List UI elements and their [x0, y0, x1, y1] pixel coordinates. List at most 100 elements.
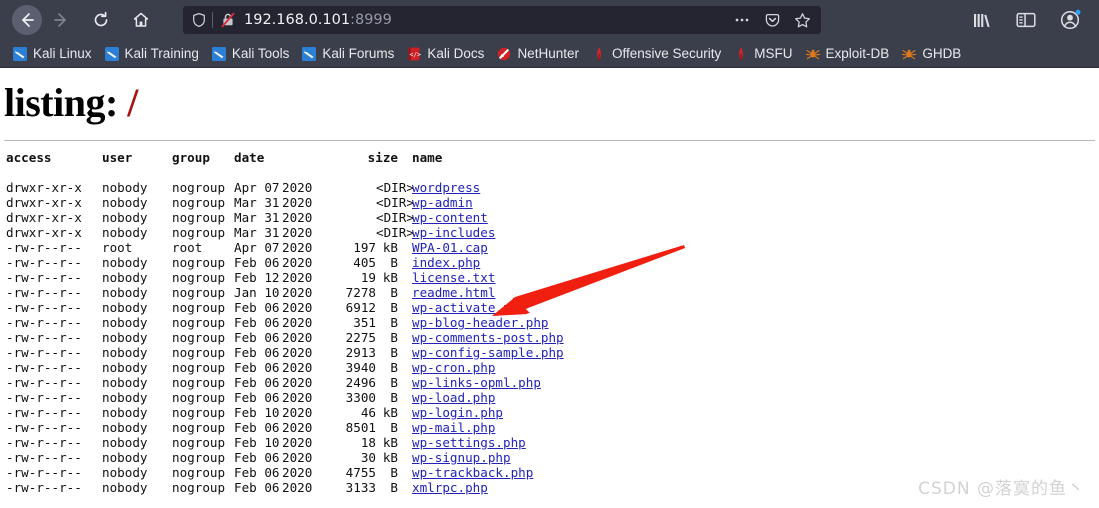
file-link[interactable]: wp-signup.php	[412, 450, 511, 465]
cell-date-monthday: Feb 12	[234, 270, 280, 285]
home-button[interactable]	[126, 5, 156, 35]
cell-group: nogroup	[172, 390, 226, 405]
cell-date: Mar 31 2020	[234, 225, 336, 240]
bookmark-kali-training[interactable]: Kali Training	[98, 42, 205, 66]
broken-padlock-icon[interactable]	[220, 12, 236, 28]
cell-date-monthday: Mar 31	[234, 195, 280, 210]
table-row: -rw-r--r-- nobody nogroup Feb 06 2020 3300 Bwp…	[6, 390, 1099, 405]
file-link[interactable]: wp-trackback.php	[412, 465, 533, 480]
cell-size-number: 351	[353, 315, 376, 330]
table-row: -rw-r--r-- nobody nogroup Feb 06 2020 2496 Bwp…	[6, 375, 1099, 390]
cell-date-monthday: Feb 06	[234, 300, 280, 315]
cell-size: 2275 B	[336, 330, 398, 345]
cell-name: WPA-01.cap	[398, 240, 488, 255]
file-link[interactable]: wp-load.php	[412, 390, 495, 405]
table-row: -rw-r--r-- nobody nogroup Jan 10 2020 7278 Bre…	[6, 285, 1099, 300]
file-link[interactable]: wp-links-opml.php	[412, 375, 541, 390]
file-link[interactable]: index.php	[412, 255, 480, 270]
cell-size-number: 3940	[345, 360, 376, 375]
cell-access: -rw-r--r--	[6, 240, 82, 255]
cell-size: 2913 B	[336, 345, 398, 360]
cell-access: -rw-r--r--	[6, 375, 82, 390]
column-header-name: name	[412, 150, 443, 165]
shield-icon[interactable]	[191, 12, 207, 28]
cell-date-year: 2020	[282, 465, 313, 480]
url-host: 192.168.0.101	[244, 12, 351, 28]
ellipsis-icon[interactable]	[733, 12, 751, 28]
svg-text:</>: </>	[410, 50, 422, 58]
cell-date-monthday: Feb 06	[234, 375, 280, 390]
file-link[interactable]: wp-admin	[412, 195, 473, 210]
cell-size-unit: B	[390, 390, 398, 405]
bookmark-kali-forums[interactable]: Kali Forums	[295, 42, 400, 66]
sidebar-icon[interactable]	[1015, 10, 1037, 30]
file-link[interactable]: xmlrpc.php	[412, 480, 488, 495]
bookmark-kali-linux[interactable]: Kali Linux	[6, 42, 98, 66]
page-title: listing: /	[0, 68, 1099, 124]
cell-date-year: 2020	[282, 330, 313, 345]
file-link[interactable]: wp-blog-header.php	[412, 315, 548, 330]
cell-user: nobody	[102, 225, 148, 240]
file-link[interactable]: wp-activate.php	[412, 300, 526, 315]
cell-date-monthday: Feb 06	[234, 480, 280, 495]
file-link[interactable]: wp-login.php	[412, 405, 503, 420]
account-icon[interactable]	[1059, 9, 1081, 31]
cell-group: nogroup	[172, 225, 226, 240]
page-title-prefix: listing:	[4, 80, 118, 125]
star-icon[interactable]	[794, 12, 811, 29]
bookmark-nethunter[interactable]: NetHunter	[490, 42, 585, 66]
forward-button[interactable]	[46, 5, 76, 35]
cell-user: nobody	[102, 360, 148, 375]
cell-group: nogroup	[172, 465, 226, 480]
cell-group: nogroup	[172, 255, 226, 270]
file-link[interactable]: wp-cron.php	[412, 360, 495, 375]
file-link[interactable]: wp-content	[412, 210, 488, 225]
cell-user: nobody	[102, 330, 148, 345]
bookmark-msfu[interactable]: MSFU	[727, 42, 798, 66]
bookmark-kali-docs[interactable]: </> Kali Docs	[400, 42, 490, 66]
bookmark-offensive-security[interactable]: Offensive Security	[585, 42, 727, 66]
file-link[interactable]: wp-comments-post.php	[412, 330, 564, 345]
cell-group: nogroup	[172, 480, 226, 495]
cell-size: 19 kB	[336, 270, 398, 285]
file-link[interactable]: wp-config-sample.php	[412, 345, 564, 360]
cell-size-number: 6912	[345, 300, 376, 315]
table-row: -rw-r--r-- nobody nogroup Feb 06 2020 6912 Bwp…	[6, 300, 1099, 315]
cell-group: nogroup	[172, 420, 226, 435]
cell-date-year: 2020	[282, 240, 313, 255]
bookmark-ghdb[interactable]: GHDB	[895, 42, 967, 66]
back-button[interactable]	[12, 5, 42, 35]
cell-group: nogroup	[172, 210, 226, 225]
file-link[interactable]: readme.html	[412, 285, 495, 300]
cell-date-monthday: Feb 06	[234, 465, 280, 480]
address-bar[interactable]: 192.168.0.101:8999	[183, 6, 821, 34]
reload-icon	[94, 11, 108, 27]
cell-user: nobody	[102, 255, 148, 270]
cell-size: <DIR>	[336, 195, 414, 210]
cell-name: xmlrpc.php	[398, 480, 488, 495]
cell-size-unit: B	[390, 420, 398, 435]
file-link[interactable]: wordpress	[412, 180, 480, 195]
table-row: -rw-r--r-- nobody nogroup Feb 06 2020 2913 Bwp…	[6, 345, 1099, 360]
pocket-icon[interactable]	[764, 12, 781, 29]
cell-user: nobody	[102, 390, 148, 405]
file-link[interactable]: wp-settings.php	[412, 435, 526, 450]
cell-group: nogroup	[172, 330, 226, 345]
cell-size-number: 3300	[345, 390, 376, 405]
cell-user: nobody	[102, 375, 148, 390]
file-link[interactable]: wp-mail.php	[412, 420, 495, 435]
cell-size-unit: B	[390, 465, 398, 480]
file-link[interactable]: WPA-01.cap	[412, 240, 488, 255]
file-link[interactable]: license.txt	[412, 270, 495, 285]
bookmark-kali-tools[interactable]: Kali Tools	[205, 42, 296, 66]
cell-date-year: 2020	[282, 210, 313, 225]
bookmark-exploit-db[interactable]: Exploit-DB	[799, 42, 896, 66]
reload-button[interactable]	[86, 5, 116, 35]
back-arrow-icon	[22, 13, 34, 27]
cell-size-number: 8501	[345, 420, 376, 435]
cell-size-number: 46	[360, 405, 376, 420]
cell-size: 3300 B	[336, 390, 398, 405]
library-icon[interactable]	[971, 10, 993, 30]
file-link[interactable]: wp-includes	[412, 225, 495, 240]
cell-access: -rw-r--r--	[6, 315, 82, 330]
